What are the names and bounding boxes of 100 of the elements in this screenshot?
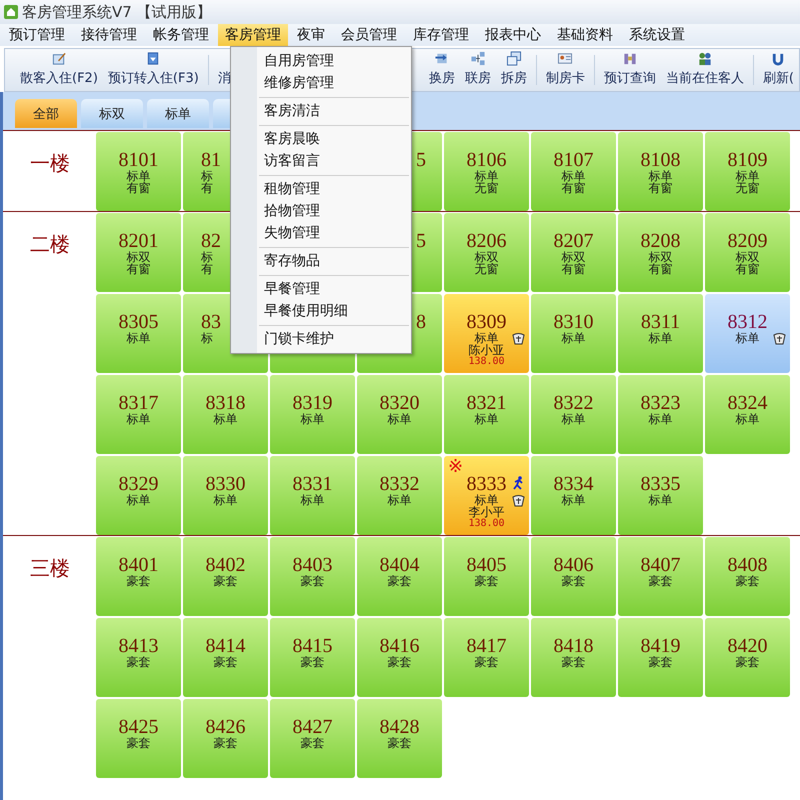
room-number: 8322: [554, 393, 594, 413]
room-tile[interactable]: 8319 标单: [270, 375, 355, 454]
room-tile[interactable]: 8109 标单 无窗: [705, 132, 790, 211]
menu-item[interactable]: 接待管理: [74, 24, 144, 46]
room-tile[interactable]: 8107 标单 有窗: [531, 132, 616, 211]
room-tile[interactable]: 8309 标单 陈小亚 138.00: [444, 294, 529, 373]
room-tile[interactable]: 8322 标单: [531, 375, 616, 454]
menu-item[interactable]: 客房管理: [218, 24, 288, 46]
room-tile[interactable]: 8426 豪套: [183, 699, 268, 778]
room-tile[interactable]: 8427 豪套: [270, 699, 355, 778]
toolbar-button[interactable]: 刷新(: [758, 49, 799, 91]
toolbar-button[interactable]: 预订转入住(F3): [102, 49, 204, 91]
room-tile[interactable]: 8207 标双 有窗: [531, 213, 616, 292]
room-tile[interactable]: 8321 标单: [444, 375, 529, 454]
room-number: 8334: [554, 474, 594, 494]
menu-item[interactable]: 夜审: [290, 24, 332, 46]
room-tile[interactable]: 8208 标双 有窗: [618, 213, 703, 292]
room-tile[interactable]: 8403 豪套: [270, 537, 355, 616]
room-tile[interactable]: 8305 标单: [96, 294, 181, 373]
room-tile[interactable]: 8415 豪套: [270, 618, 355, 697]
toolbar-button[interactable]: 散客入住(F2): [15, 49, 103, 91]
room-tile[interactable]: 8408 豪套: [705, 537, 790, 616]
room-number: 8416: [380, 636, 420, 656]
room-number: 8207: [554, 231, 594, 251]
room-tile[interactable]: 8310 标单: [531, 294, 616, 373]
menu-item[interactable]: 帐务管理: [146, 24, 216, 46]
room-tile[interactable]: 8402 豪套: [183, 537, 268, 616]
room-number: 8332: [380, 474, 420, 494]
room-tile[interactable]: 8330 标单: [183, 456, 268, 535]
room-number: 8428: [380, 717, 420, 737]
room-tile[interactable]: 8106 标单 无窗: [444, 132, 529, 211]
room-tile[interactable]: 8318 标单: [183, 375, 268, 454]
toolbar-button[interactable]: 换房: [424, 49, 460, 91]
room-number: 8208: [640, 231, 680, 251]
guest-name: 陈小亚: [468, 344, 504, 356]
room-tile[interactable]: 8407 豪套: [618, 537, 703, 616]
room-tile[interactable]: 8416 豪套: [357, 618, 442, 697]
room-tile[interactable]: 8404 豪套: [357, 537, 442, 616]
room-tile[interactable]: 8405 豪套: [444, 537, 529, 616]
guest-name: 李小平: [468, 506, 504, 518]
room-type: 豪套: [474, 656, 498, 668]
room-tile[interactable]: 8420 豪套: [705, 618, 790, 697]
room-type: 标双: [648, 251, 672, 263]
room-tile[interactable]: 8209 标双 有窗: [705, 213, 790, 292]
toolbar-button[interactable]: 拆房: [496, 49, 532, 91]
room-tile[interactable]: 8414 豪套: [183, 618, 268, 697]
menu-item[interactable]: 基础资料: [550, 24, 620, 46]
room-tile[interactable]: 8320 标单: [357, 375, 442, 454]
room-tile[interactable]: 8428 豪套: [357, 699, 442, 778]
room-type: 标单: [562, 494, 586, 506]
room-tile[interactable]: 8101 标单 有窗: [96, 132, 181, 211]
room-tile[interactable]: 8329 标单: [96, 456, 181, 535]
menu-item[interactable]: 会员管理: [334, 24, 404, 46]
room-tile[interactable]: 8108 标单 有窗: [618, 132, 703, 211]
room-tile[interactable]: 8312 标单: [705, 294, 790, 373]
room-type: 豪套: [648, 575, 672, 587]
alert-mark: ※: [448, 458, 464, 476]
room-tile[interactable]: 8413 豪套: [96, 618, 181, 697]
tab[interactable]: 全部: [15, 99, 77, 128]
room-tile[interactable]: 8419 豪套: [618, 618, 703, 697]
room-tile[interactable]: 8418 豪套: [531, 618, 616, 697]
room-tile[interactable]: 8317 标单: [96, 375, 181, 454]
tab[interactable]: 标单: [147, 99, 209, 128]
menu-item[interactable]: 维修房管理: [231, 72, 411, 94]
tab[interactable]: 标双: [81, 99, 143, 128]
room-number: 8309: [466, 312, 506, 332]
room-type: 豪套: [126, 575, 150, 587]
room-number: 8414: [206, 636, 246, 656]
room-tile[interactable]: 8324 标单: [705, 375, 790, 454]
menu-item[interactable]: 报表中心: [478, 24, 548, 46]
room-tile[interactable]: 8323 标单: [618, 375, 703, 454]
room-tile[interactable]: 8334 标单: [531, 456, 616, 535]
room-tile[interactable]: 8201 标双 有窗: [96, 213, 181, 292]
menu-item[interactable]: 库存管理: [406, 24, 476, 46]
room-tile[interactable]: ※ 8333 标单 李小平 138.00: [444, 456, 529, 535]
room-tile[interactable]: 8206 标双 无窗: [444, 213, 529, 292]
menu-item[interactable]: 客房清洁: [231, 100, 411, 122]
edit-icon: [50, 51, 67, 66]
room-tile[interactable]: 8425 豪套: [96, 699, 181, 778]
room-type: 标单: [648, 494, 672, 506]
room-tile[interactable]: 8401 豪套: [96, 537, 181, 616]
room-tile[interactable]: 8331 标单: [270, 456, 355, 535]
menu-item[interactable]: 系统设置: [622, 24, 692, 46]
room-tile[interactable]: 8332 标单: [357, 456, 442, 535]
toolbar-button[interactable]: 联房: [460, 49, 496, 91]
toolbar-button[interactable]: 制房卡: [540, 49, 590, 91]
room-number: 8420: [728, 636, 768, 656]
toolbar-button[interactable]: 当前在住客人: [660, 49, 749, 91]
room-number: 82: [201, 231, 221, 251]
room-tile[interactable]: 8335 标单: [618, 456, 703, 535]
menu-item[interactable]: 自用房管理: [231, 50, 411, 72]
room-type: 标单: [648, 170, 672, 182]
menu-item[interactable]: 预订管理: [2, 24, 72, 46]
room-number: 8318: [206, 393, 246, 413]
room-tile[interactable]: 8417 豪套: [444, 618, 529, 697]
room-type: 标单: [300, 413, 324, 425]
room-type: 标单: [736, 332, 760, 344]
room-tile[interactable]: 8311 标单: [618, 294, 703, 373]
room-tile[interactable]: 8406 豪套: [531, 537, 616, 616]
toolbar-button[interactable]: 预订查询: [598, 49, 661, 91]
